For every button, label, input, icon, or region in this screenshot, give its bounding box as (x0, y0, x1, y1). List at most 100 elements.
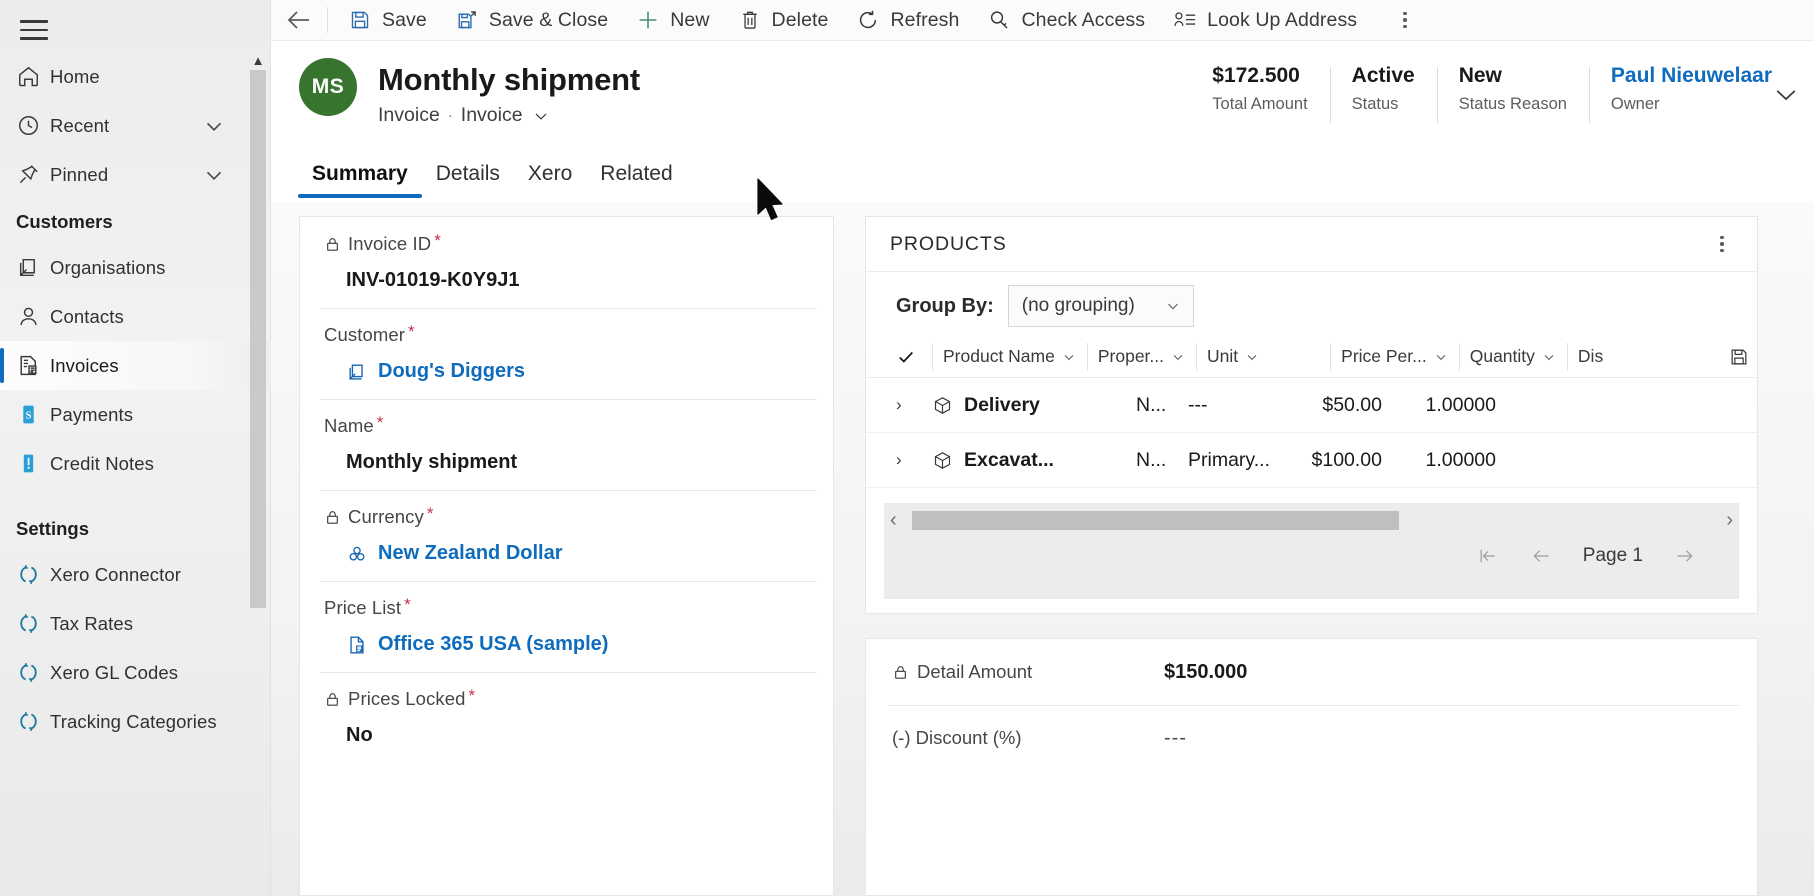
chevron-down-icon[interactable] (201, 162, 227, 188)
scroll-left-icon[interactable]: ‹ (890, 509, 897, 532)
scrollbar-track[interactable] (912, 511, 1711, 530)
chevron-down-icon (1244, 349, 1260, 365)
scrollbar-thumb[interactable] (250, 70, 266, 608)
owner-link[interactable]: Paul Nieuwelaar (1611, 64, 1772, 88)
field-value-invoice-id[interactable]: INV-01019-K0Y9J1 (324, 257, 809, 308)
new-button[interactable]: New (622, 0, 723, 41)
header-stat-total-amount: $172.500 Total Amount (1190, 64, 1329, 114)
sidebar-item-xero-connector[interactable]: Xero Connector (0, 550, 271, 599)
sidebar-item-credit-notes[interactable]: Credit Notes (0, 439, 271, 488)
table-row[interactable]: › Delivery N... --- $50.00 1.00000 (866, 378, 1757, 433)
field-value-name[interactable]: Monthly shipment (324, 439, 809, 490)
more-vertical-icon[interactable] (1385, 0, 1425, 41)
payment-icon: S (16, 401, 50, 429)
sidebar-item-invoices[interactable]: Invoices (0, 341, 271, 390)
column-header-properties[interactable]: Proper... (1086, 342, 1196, 371)
check-access-button-label: Check Access (1021, 8, 1146, 31)
sidebar-item-tax-rates[interactable]: Tax Rates (0, 599, 271, 648)
chevron-down-icon[interactable] (531, 106, 551, 126)
lock-icon (324, 236, 341, 253)
header-stat-label: Status Reason (1458, 95, 1567, 113)
field-prices-locked: Prices Locked * No (300, 672, 833, 763)
sidebar-item-home[interactable]: Home (0, 52, 271, 101)
tab-xero[interactable]: Xero (514, 150, 586, 198)
expand-row-icon[interactable]: › (896, 450, 932, 470)
totals-section: Detail Amount $150.000 (-) Discount (%) … (865, 638, 1758, 896)
sidebar-item-pinned[interactable]: Pinned (0, 150, 271, 199)
menu-bar (20, 37, 48, 40)
more-dot (1720, 235, 1724, 240)
scroll-right-icon[interactable]: › (1726, 509, 1733, 532)
field-label-text: Currency (348, 506, 424, 527)
chevron-down-icon (1541, 349, 1557, 365)
save-and-close-button[interactable]: Save & Close (441, 0, 622, 41)
expand-header-chevron-icon[interactable] (1766, 78, 1806, 110)
sidebar-item-organisations[interactable]: Organisations (0, 243, 271, 292)
column-header-discount[interactable]: Dis (1566, 342, 1613, 371)
field-value-prices-locked[interactable]: No (324, 712, 809, 763)
group-by-select[interactable]: (no grouping) (1007, 285, 1194, 327)
sidebar-item-payments[interactable]: S Payments (0, 390, 271, 439)
more-vertical-icon[interactable] (1705, 227, 1739, 261)
field-value-currency[interactable]: New Zealand Dollar (324, 530, 809, 581)
sidebar-item-contacts[interactable]: Contacts (0, 292, 271, 341)
sync-icon (16, 610, 50, 638)
scroll-up-icon[interactable]: ▲ (246, 54, 270, 67)
pin-icon (16, 161, 50, 189)
previous-page-icon[interactable] (1529, 546, 1553, 566)
first-page-icon[interactable] (1475, 546, 1499, 566)
grid-footer: ‹ › Page 1 (884, 503, 1739, 599)
cell-quantity: 1.00000 (1425, 448, 1497, 471)
save-icon[interactable] (1729, 347, 1749, 367)
sidebar-item-label: Tracking Categories (50, 710, 217, 732)
tab-details[interactable]: Details (422, 150, 514, 198)
check-access-button[interactable]: Check Access (973, 0, 1159, 41)
table-row[interactable]: › Excavat... N... Primary... $100.00 1.0… (866, 433, 1757, 488)
chevron-down-icon[interactable] (201, 113, 227, 139)
menu-icon[interactable] (14, 12, 54, 48)
column-header-quantity[interactable]: Quantity (1458, 342, 1567, 371)
sidebar-group-settings-title: Settings (16, 518, 89, 539)
tab-summary[interactable]: Summary (298, 150, 422, 198)
breadcrumb-form-name[interactable]: Invoice (461, 104, 523, 127)
form-scrollbar[interactable]: ▲ (246, 42, 270, 642)
next-page-icon[interactable] (1673, 546, 1697, 566)
field-name: Name * Monthly shipment (300, 399, 833, 490)
tab-related[interactable]: Related (586, 150, 686, 198)
more-dot (1403, 18, 1407, 22)
menu-bar (20, 20, 48, 23)
save-button[interactable]: Save (334, 0, 441, 41)
checkmark-icon[interactable] (896, 347, 932, 367)
page-label: Page 1 (1582, 545, 1643, 566)
field-value-price-list[interactable]: Office 365 USA (sample) (324, 621, 809, 672)
command-bar: Save Save & Close New Delete Refresh Che… (271, 0, 1814, 41)
sidebar-item-xero-gl-codes[interactable]: Xero GL Codes (0, 648, 271, 697)
back-arrow-icon[interactable] (271, 0, 327, 41)
column-header-product-name[interactable]: Product Name (932, 342, 1087, 371)
sync-icon (16, 659, 50, 687)
column-header-unit[interactable]: Unit (1196, 342, 1270, 371)
field-invoice-id: Invoice ID * INV-01019-K0Y9J1 (300, 217, 833, 308)
field-label: (-) Discount (%) (892, 727, 1164, 749)
refresh-button[interactable]: Refresh (842, 0, 973, 41)
delete-button[interactable]: Delete (724, 0, 843, 41)
required-marker: * (376, 412, 384, 432)
column-header-price-per-unit[interactable]: Price Per... (1330, 342, 1459, 371)
scrollbar-thumb[interactable] (912, 511, 1400, 530)
sidebar-item-label: Organisations (50, 256, 166, 278)
field-value-customer[interactable]: Doug's Diggers (324, 348, 809, 399)
cell-unit: --- (1188, 393, 1208, 416)
expand-row-icon[interactable]: › (896, 395, 932, 415)
pricelist-icon (346, 634, 368, 656)
save-close-icon (455, 8, 479, 32)
horizontal-scrollbar[interactable]: ‹ › (884, 503, 1739, 537)
field-value-discount-percent[interactable]: --- (1164, 727, 1187, 750)
required-marker: * (404, 594, 411, 614)
required-marker: * (426, 503, 434, 523)
sync-icon (16, 708, 50, 736)
sidebar-item-recent[interactable]: Recent (0, 101, 271, 150)
look-up-address-button[interactable]: Look Up Address (1159, 0, 1371, 41)
sidebar-nav: Home Recent Pinned Customers Organisatio… (0, 52, 271, 746)
sidebar-item-tracking-categories[interactable]: Tracking Categories (0, 697, 271, 746)
lock-icon (324, 509, 341, 526)
